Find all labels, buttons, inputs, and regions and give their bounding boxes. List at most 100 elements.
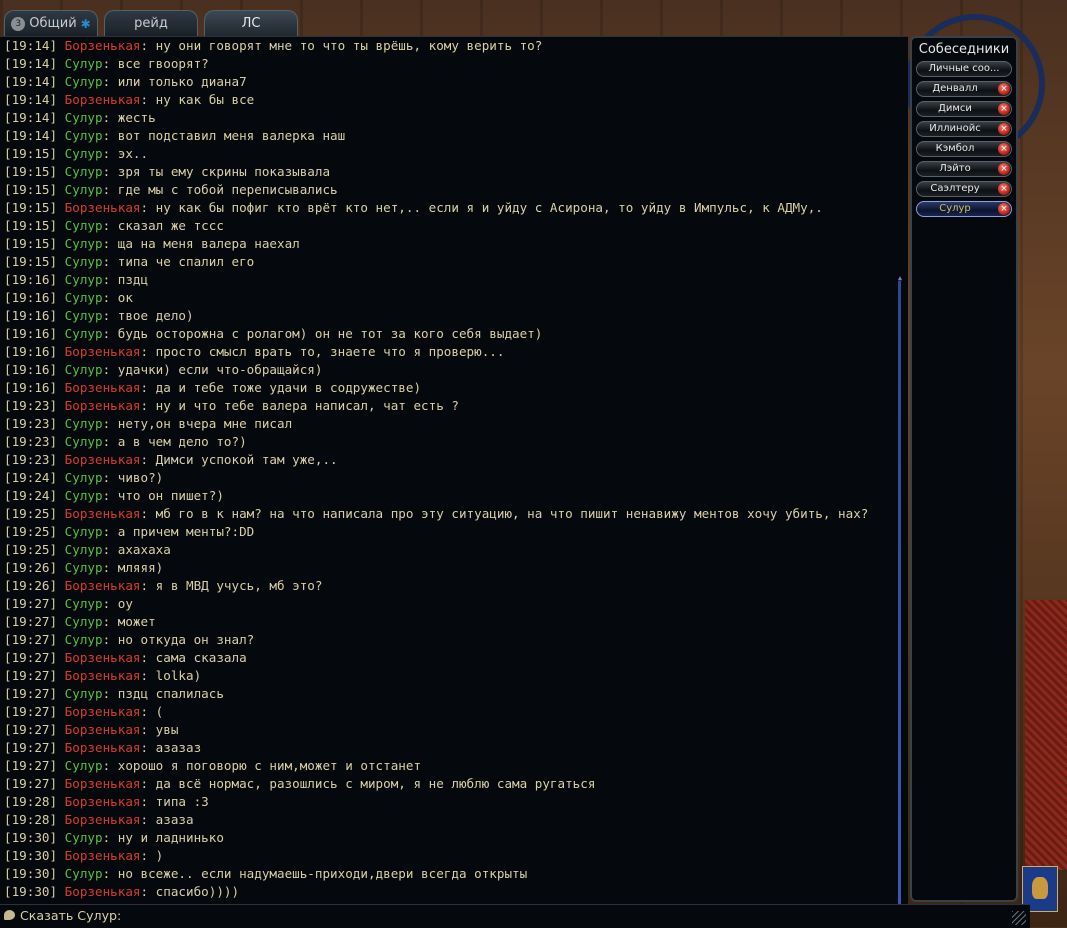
message-text: : оу <box>102 596 133 611</box>
message-sender[interactable]: Сулур <box>65 218 103 233</box>
close-icon[interactable]: × <box>998 123 1010 135</box>
chat-input[interactable] <box>124 907 1008 927</box>
message-text: : где мы с тобой переписывались <box>102 182 338 197</box>
message-sender[interactable]: Борзенькая <box>65 848 141 863</box>
message-text: : спасибо)))) <box>140 884 240 899</box>
message-sender[interactable]: Борзенькая <box>65 704 141 719</box>
message-sender[interactable]: Сулур <box>65 596 103 611</box>
resize-handle-icon[interactable] <box>1012 911 1026 925</box>
message-sender[interactable]: Борзенькая <box>65 38 141 53</box>
message-text: : увы <box>140 722 179 737</box>
message-time: [19:27] <box>4 758 58 773</box>
message-text: : пздц спалилась <box>102 686 224 701</box>
contact-item[interactable]: Сулур × <box>916 201 1012 217</box>
message-sender[interactable]: Сулур <box>65 326 103 341</box>
message-sender[interactable]: Борзенькая <box>65 398 141 413</box>
message-sender[interactable]: Сулур <box>65 542 103 557</box>
message-sender[interactable]: Борзенькая <box>65 200 141 215</box>
close-icon[interactable]: × <box>998 143 1010 155</box>
message-sender[interactable]: Борзенькая <box>65 92 141 107</box>
scroll-thumb[interactable] <box>898 281 901 905</box>
message-sender[interactable]: Борзенькая <box>65 794 141 809</box>
message-sender[interactable]: Борзенькая <box>65 452 141 467</box>
message-sender[interactable]: Сулур <box>65 272 103 287</box>
tab-raid[interactable]: рейд <box>104 10 198 36</box>
message-time: [19:27] <box>4 776 58 791</box>
message-time: [19:16] <box>4 308 58 323</box>
message-text: : ) <box>140 848 164 863</box>
message-time: [19:24] <box>4 488 58 503</box>
message-sender[interactable]: Сулур <box>65 614 103 629</box>
tab-general-label: Общий <box>29 16 77 31</box>
contact-item[interactable]: Кэмбол × <box>916 141 1012 157</box>
contact-item[interactable]: Лэйто × <box>916 161 1012 177</box>
message-sender[interactable]: Сулур <box>65 308 103 323</box>
message-sender[interactable]: Сулур <box>65 182 103 197</box>
message-sender[interactable]: Борзенькая <box>65 740 141 755</box>
message-sender[interactable]: Сулур <box>65 236 103 251</box>
message-text: : ахахаха <box>102 542 171 557</box>
message-sender[interactable]: Сулур <box>65 146 103 161</box>
contact-item[interactable]: Иллинойс × <box>916 121 1012 137</box>
message-sender[interactable]: Борзенькая <box>65 776 141 791</box>
chat-scrollbar[interactable]: ▲ ▼ <box>896 275 904 905</box>
message-sender[interactable]: Сулур <box>65 632 103 647</box>
close-icon[interactable]: × <box>998 203 1010 215</box>
message-sender[interactable]: Сулур <box>65 254 103 269</box>
message-text: : lolka) <box>140 668 202 683</box>
message-sender[interactable]: Сулур <box>65 434 103 449</box>
close-icon[interactable]: × <box>998 163 1010 175</box>
message-sender[interactable]: Борзенькая <box>65 668 141 683</box>
message-sender[interactable]: Сулур <box>65 866 103 881</box>
contact-item[interactable]: Личные соо... <box>916 61 1012 77</box>
message-time: [19:14] <box>4 56 58 71</box>
chat-message: [19:14] Сулур: или только диана7 <box>0 73 908 91</box>
close-icon[interactable]: × <box>998 183 1010 195</box>
message-text: : будь осторожна с ролагом) он не тот за… <box>102 326 543 341</box>
message-sender[interactable]: Борзенькая <box>65 506 141 521</box>
close-icon[interactable]: × <box>998 83 1010 95</box>
message-sender[interactable]: Борзенькая <box>65 380 141 395</box>
message-sender[interactable]: Сулур <box>65 830 103 845</box>
message-text: : ( <box>140 704 164 719</box>
message-sender[interactable]: Сулур <box>65 560 103 575</box>
message-time: [19:14] <box>4 128 58 143</box>
message-time: [19:16] <box>4 290 58 305</box>
message-sender[interactable]: Борзенькая <box>65 884 141 899</box>
message-time: [19:15] <box>4 218 58 233</box>
message-text: : Димси успокой там уже,.. <box>140 452 338 467</box>
message-time: [19:14] <box>4 38 58 53</box>
message-sender[interactable]: Борзенькая <box>65 812 141 827</box>
contact-item[interactable]: Денвалл × <box>916 81 1012 97</box>
message-sender[interactable]: Борзенькая <box>65 722 141 737</box>
message-sender[interactable]: Сулур <box>65 164 103 179</box>
message-time: [19:16] <box>4 344 58 359</box>
message-sender[interactable]: Сулур <box>65 56 103 71</box>
message-time: [19:15] <box>4 164 58 179</box>
message-sender[interactable]: Сулур <box>65 110 103 125</box>
message-time: [19:28] <box>4 794 58 809</box>
contact-item[interactable]: Димси × <box>916 101 1012 117</box>
message-time: [19:26] <box>4 560 58 575</box>
contact-item[interactable]: Саэлтеру × <box>916 181 1012 197</box>
message-sender[interactable]: Борзенькая <box>65 578 141 593</box>
message-sender[interactable]: Сулур <box>65 362 103 377</box>
message-sender[interactable]: Сулур <box>65 416 103 431</box>
message-sender[interactable]: Сулур <box>65 74 103 89</box>
message-sender[interactable]: Сулур <box>65 128 103 143</box>
message-sender[interactable]: Сулур <box>65 488 103 503</box>
message-sender[interactable]: Сулур <box>65 470 103 485</box>
message-sender[interactable]: Сулур <box>65 758 103 773</box>
close-icon[interactable]: × <box>998 103 1010 115</box>
tab-private[interactable]: ЛС <box>204 10 298 36</box>
message-sender[interactable]: Сулур <box>65 524 103 539</box>
message-sender[interactable]: Сулур <box>65 290 103 305</box>
chat-message: [19:24] Сулур: что он пишет?) <box>0 487 908 505</box>
tab-general[interactable]: 3 Общий ✱ <box>4 10 98 36</box>
contact-label: Сулур <box>939 203 971 214</box>
message-sender[interactable]: Сулур <box>65 686 103 701</box>
message-text: : да и тебе тоже удачи в содружестве) <box>140 380 422 395</box>
message-sender[interactable]: Борзенькая <box>65 650 141 665</box>
message-sender[interactable]: Борзенькая <box>65 344 141 359</box>
chat-message: [19:25] Борзенькая: мб го в к нам? на чт… <box>0 505 908 523</box>
